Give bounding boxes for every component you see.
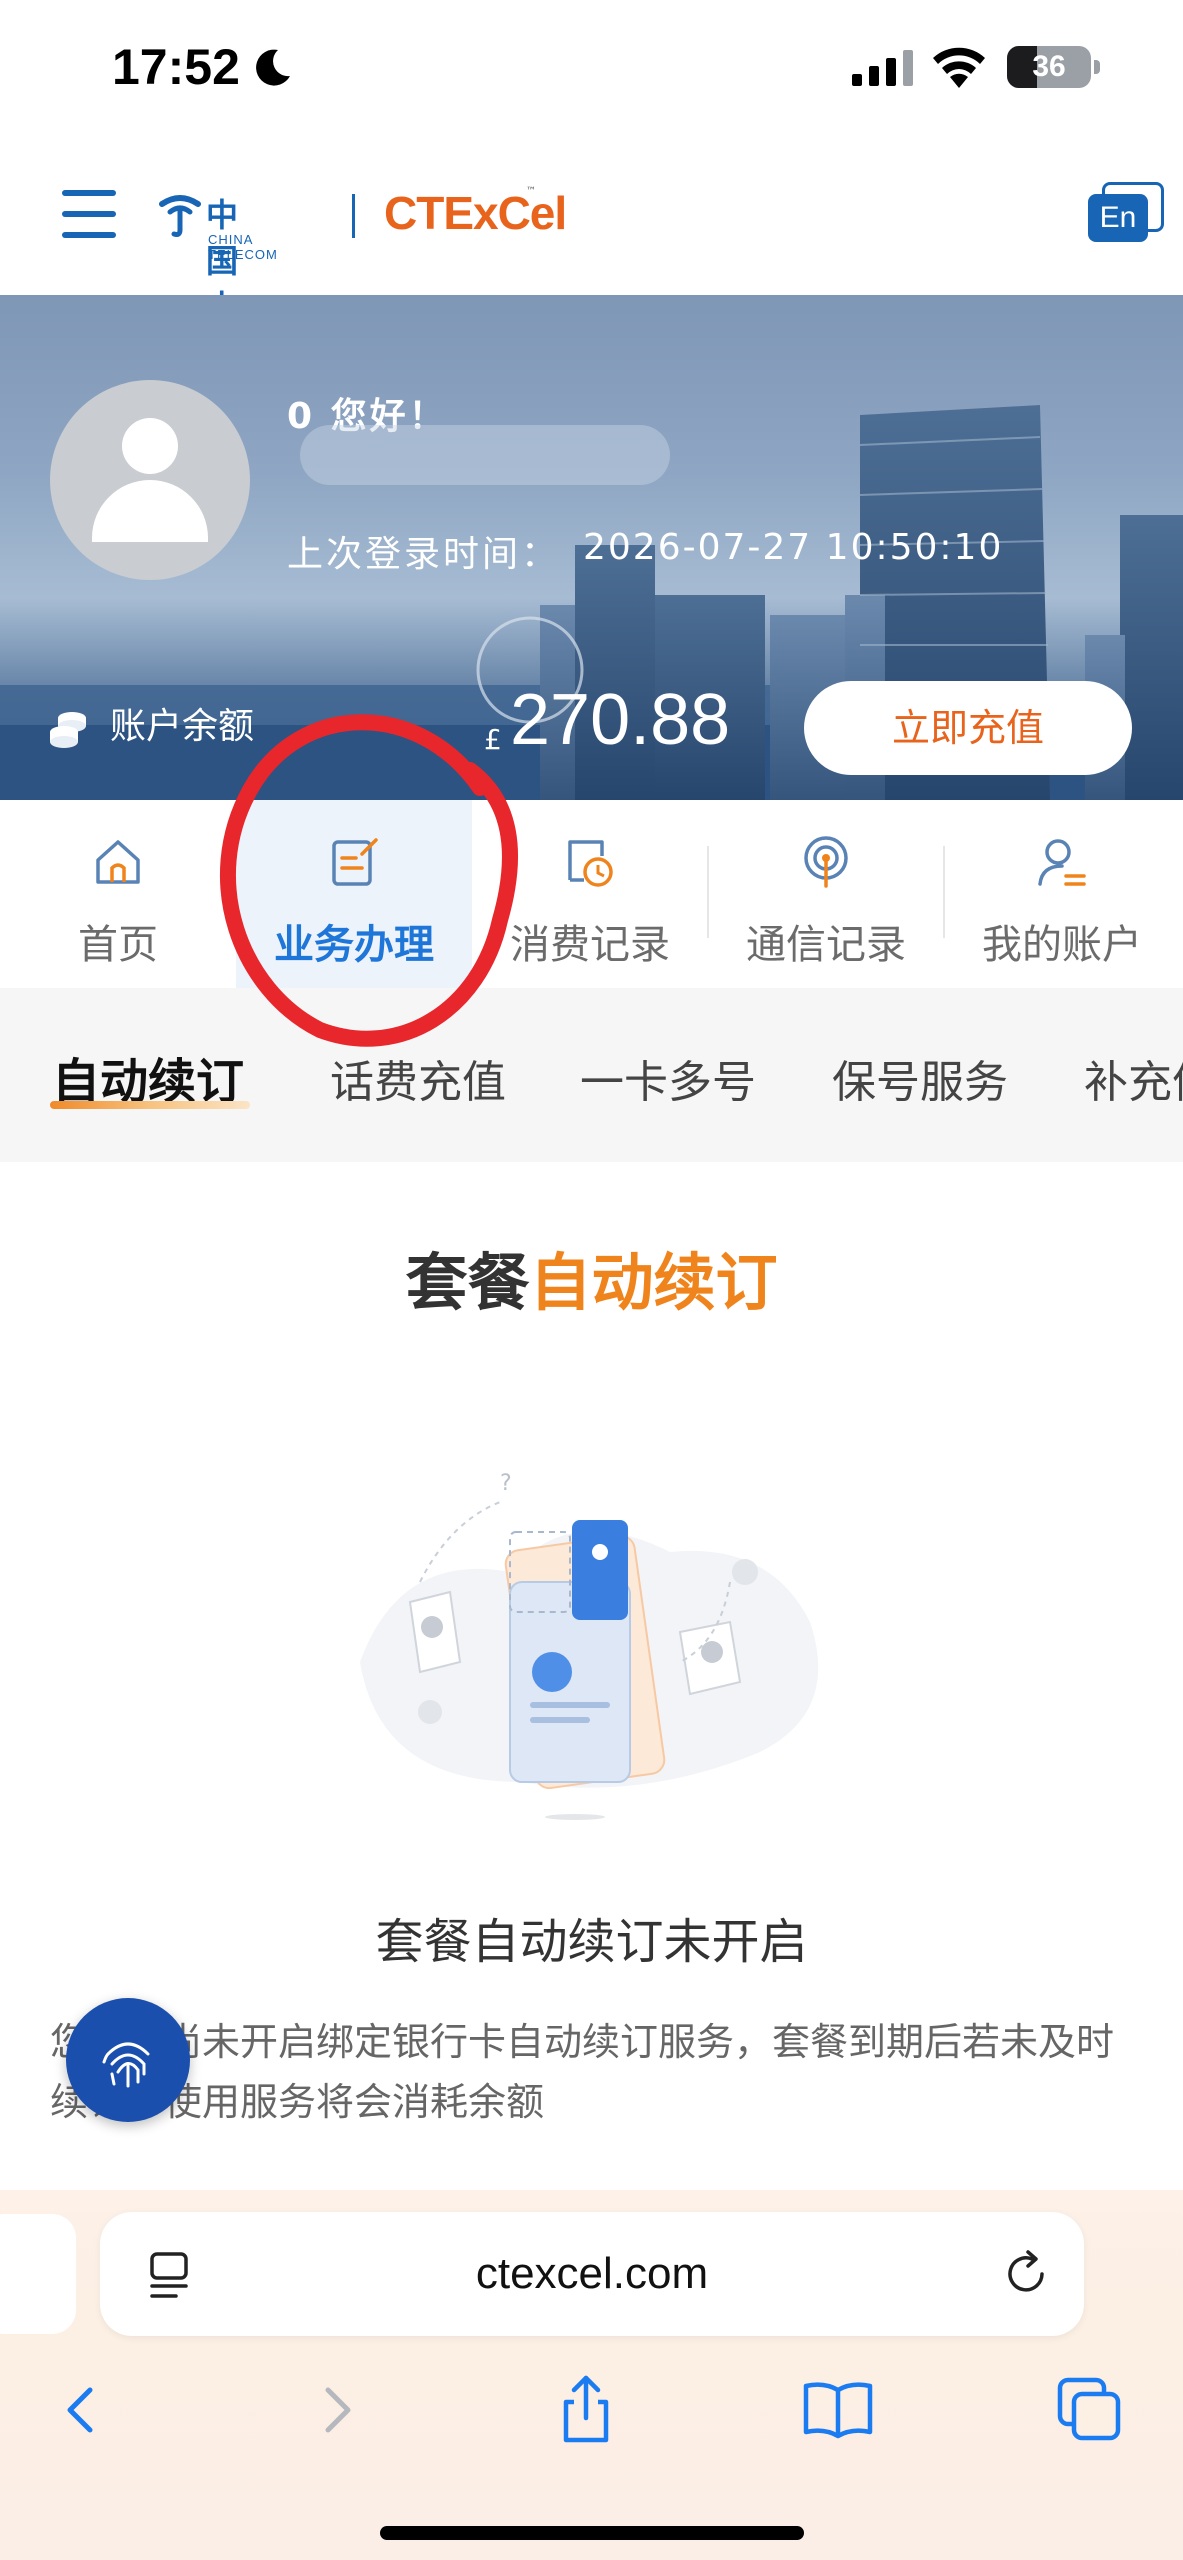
edit-document-icon bbox=[332, 838, 378, 886]
sub-tab-top-up[interactable]: 补充值 bbox=[1084, 1046, 1183, 1110]
share-icon[interactable] bbox=[546, 2370, 626, 2450]
wifi-icon bbox=[933, 47, 985, 88]
language-switch-button[interactable]: En bbox=[1088, 182, 1164, 242]
active-tab-underline bbox=[50, 1101, 250, 1109]
blurred-username bbox=[300, 425, 670, 485]
empty-state-title: 套餐自动续订未开启 bbox=[375, 1914, 808, 1970]
bookmarks-icon[interactable] bbox=[798, 2370, 878, 2450]
battery-percent: 36 bbox=[1032, 50, 1066, 83]
browser-bottom-bar: ctexcel.com bbox=[0, 2190, 1183, 2560]
sub-tab-recharge[interactable]: 话费充值 bbox=[330, 1046, 506, 1110]
forward-arrow-icon[interactable] bbox=[298, 2370, 378, 2450]
battery-indicator: 36 bbox=[1007, 46, 1091, 88]
balance-label: 账户余额 bbox=[110, 706, 255, 747]
last-login-value: 2026-07-27 10:50:10 bbox=[583, 527, 1004, 568]
fingerprint-icon bbox=[102, 2042, 150, 2088]
nav-item-business[interactable]: 业务办理 bbox=[236, 800, 472, 988]
currency-symbol: £ bbox=[484, 723, 502, 756]
url-text: ctexcel.com bbox=[475, 2249, 709, 2298]
user-account-icon bbox=[1038, 839, 1086, 886]
sub-tab-multi-number[interactable]: 一卡多号 bbox=[580, 1046, 756, 1110]
logo-separator bbox=[352, 194, 355, 238]
section-title-accent: 自动续订 bbox=[529, 1246, 778, 1319]
cellular-signal-icon bbox=[852, 50, 913, 86]
signal-location-icon bbox=[804, 836, 848, 888]
section-title-prefix: 套餐 bbox=[405, 1246, 530, 1319]
nav-item-communication[interactable]: 通信记录 bbox=[708, 800, 944, 988]
china-telecom-mark-icon bbox=[159, 195, 201, 237]
auto-renew-content: 套餐自动续订 ? 套餐自动续订未开启 您当前尚未开启绑定银行卡自动续订服务，套餐… bbox=[0, 1162, 1183, 2190]
nav-item-home[interactable]: 首页 bbox=[0, 800, 236, 988]
nav-label: 首页 bbox=[78, 922, 158, 968]
previous-tab-card[interactable] bbox=[0, 2214, 76, 2334]
status-bar: 17:52 36 bbox=[0, 0, 1183, 140]
empty-state-illustration: ? bbox=[360, 1471, 819, 1820]
bill-clock-icon bbox=[568, 840, 613, 887]
nav-label: 通信记录 bbox=[746, 922, 906, 968]
battery-tip bbox=[1094, 60, 1100, 74]
coins-icon bbox=[50, 712, 86, 748]
svg-text:?: ? bbox=[500, 1471, 512, 1496]
back-arrow-icon[interactable] bbox=[40, 2370, 120, 2450]
nav-item-consumption[interactable]: 消费记录 bbox=[472, 800, 708, 988]
hamburger-menu-icon[interactable] bbox=[62, 190, 116, 238]
moon-icon bbox=[256, 49, 290, 86]
logo-english-text: CHINA TELECOM bbox=[208, 232, 278, 262]
ctexcel-brand-text: CTExCel bbox=[384, 187, 567, 239]
nav-label: 我的账户 bbox=[982, 922, 1142, 968]
nav-label: 业务办理 bbox=[274, 922, 434, 968]
sub-tabs: 自动续订 话费充值 一卡多号 保号服务 补充值 bbox=[0, 988, 1183, 1162]
app-header: 中国电信 CHINA TELECOM CTExCel ™ En bbox=[0, 140, 1183, 372]
status-time: 17:52 bbox=[112, 39, 240, 95]
account-banner: 0 您好！ 上次登录时间： 2026-07-27 10:50:10 账户余额 £… bbox=[0, 295, 1183, 800]
trademark-mark: ™ bbox=[526, 186, 536, 197]
empty-state-description: 您当前尚未开启绑定银行卡自动续订服务，套餐到期后若未及时续订，使用服务将会消耗余… bbox=[50, 2020, 1115, 2124]
sub-tab-number-retention[interactable]: 保号服务 bbox=[832, 1046, 1008, 1110]
language-label: En bbox=[1088, 194, 1148, 242]
recharge-now-button[interactable]: 立即充值 bbox=[804, 681, 1132, 775]
nav-label: 消费记录 bbox=[510, 922, 670, 968]
last-login-label: 上次登录时间： bbox=[287, 534, 561, 575]
tabs-icon[interactable] bbox=[1050, 2370, 1130, 2450]
balance-amount: 270.88 bbox=[510, 680, 731, 760]
nav-item-my-account[interactable]: 我的账户 bbox=[944, 800, 1180, 988]
home-icon bbox=[96, 840, 140, 884]
reload-icon[interactable] bbox=[1000, 2248, 1052, 2300]
section-title: 套餐自动续订 bbox=[0, 1232, 1183, 1322]
home-indicator bbox=[380, 2526, 804, 2540]
fingerprint-float-button[interactable] bbox=[66, 1998, 190, 2122]
main-nav: 首页 业务办理 消费记录 通信记录 我的账户 bbox=[0, 800, 1183, 988]
address-bar[interactable]: ctexcel.com bbox=[100, 2212, 1084, 2336]
user-avatar[interactable] bbox=[50, 380, 250, 580]
